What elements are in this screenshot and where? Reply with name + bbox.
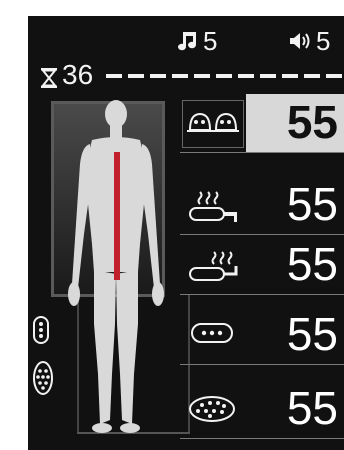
level-row-pillow[interactable]: 55: [180, 94, 344, 153]
music-status[interactable]: 5: [178, 26, 217, 56]
airbag-level-value: 55: [286, 382, 338, 434]
pillow-level-value: 55: [286, 96, 338, 148]
heat-lumbar-level-value: 55: [286, 178, 338, 230]
music-level: 5: [203, 26, 218, 56]
roller-level-value: 55: [286, 308, 338, 360]
heat-lumbar-icon: [186, 190, 240, 229]
level-row-airbag[interactable]: 55: [180, 380, 344, 439]
volume-status[interactable]: 5: [289, 26, 330, 56]
massage-control-panel: 5 5 36 55 55 55 55 55: [28, 16, 344, 450]
timer-row[interactable]: 36: [40, 58, 344, 92]
body-figure: [68, 100, 164, 433]
timer-minutes: 36: [62, 59, 94, 90]
airbag-mode-icon[interactable]: [32, 360, 54, 401]
speaker-icon: [289, 31, 311, 51]
heat-seat-icon: [186, 250, 240, 289]
spine-highlight: [114, 152, 120, 280]
heat-seat-level-value: 55: [286, 238, 338, 290]
level-row-heat-seat[interactable]: 55: [180, 236, 344, 295]
level-row-roller[interactable]: 55: [180, 306, 344, 365]
music-note-icon: [178, 30, 198, 52]
pillow-massage-icon: [186, 108, 240, 139]
level-row-heat-lumbar[interactable]: 55: [180, 176, 344, 235]
hourglass-icon: [40, 68, 58, 93]
volume-level: 5: [316, 26, 331, 56]
airbag-icon: [186, 394, 240, 429]
timer-progress-bar: [106, 74, 344, 78]
roller-icon: [186, 320, 240, 351]
roller-mode-icon[interactable]: [32, 316, 50, 349]
